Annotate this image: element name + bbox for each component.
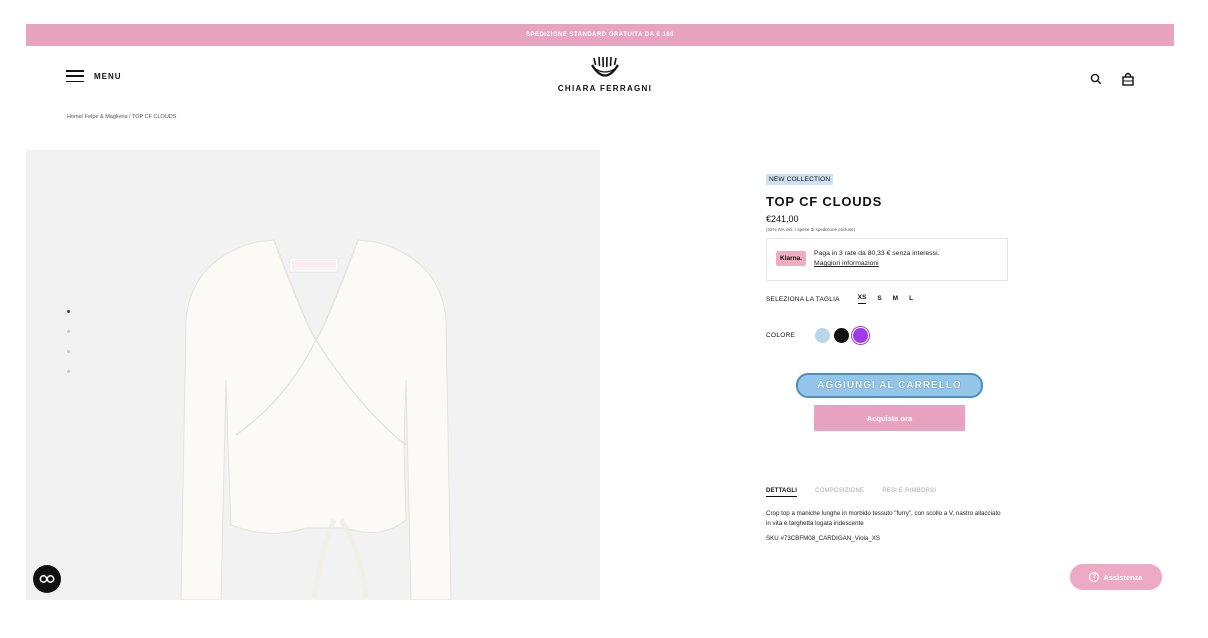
color-label: COLORE: [766, 332, 796, 339]
size-option-m[interactable]: M: [893, 295, 898, 304]
gallery-pagination: [67, 310, 70, 373]
tab-composizione[interactable]: COMPOSIZIONE: [815, 488, 864, 497]
size-selector: SELEZIONA LA TAGLIA XS S M L: [766, 294, 1011, 304]
detail-tabs: DETTAGLI COMPOSIZIONE RESI E RIMBORSI: [766, 488, 936, 497]
product-info: NEW COLLECTION TOP CF CLOUDS €241,00 (22…: [766, 168, 1011, 542]
buy-now-button[interactable]: Acquista ora: [814, 405, 965, 431]
chat-button[interactable]: [33, 565, 61, 593]
product-price: €241,00: [766, 214, 799, 224]
menu-label: MENU: [94, 71, 122, 81]
gallery-dot[interactable]: [67, 350, 70, 353]
product-title: TOP CF CLOUDS: [766, 194, 883, 209]
collection-badge: NEW COLLECTION: [766, 174, 834, 185]
assistance-label: Assistenza: [1103, 572, 1143, 582]
site-header: MENU CHIARA FERRAGNI: [26, 46, 1174, 116]
size-option-l[interactable]: L: [909, 295, 913, 304]
shopping-bag-icon[interactable]: [1122, 72, 1134, 86]
product-image: [180, 239, 452, 600]
hamburger-icon: [66, 70, 84, 82]
assistance-button[interactable]: ? Assistenza: [1070, 564, 1162, 590]
search-icon[interactable]: [1090, 73, 1102, 85]
price-note: (22% IVA incl. / spese di spedizione esc…: [766, 227, 855, 232]
size-label: SELEZIONA LA TAGLIA: [766, 295, 840, 303]
chat-glasses-icon: [39, 575, 55, 583]
tab-dettagli[interactable]: DETTAGLI: [766, 488, 798, 497]
klarna-info-link[interactable]: Maggiori informazioni: [814, 259, 939, 269]
product-gallery[interactable]: [26, 150, 600, 600]
eye-logo-icon: [591, 56, 619, 77]
klarna-box: Klarna. Paga in 3 rate da 80,33 € senza …: [766, 238, 1008, 281]
gallery-dot[interactable]: [67, 370, 70, 373]
brand-logo[interactable]: CHIARA FERRAGNI: [550, 56, 660, 93]
gallery-dot[interactable]: [67, 310, 70, 313]
breadcrumb[interactable]: Home/ Felpe & Maglieria / TOP CF CLOUDS: [67, 114, 176, 120]
color-swatch-light-blue[interactable]: [815, 328, 831, 343]
klarna-text: Paga in 3 rate da 80,33 € senza interess…: [814, 250, 940, 257]
menu-button[interactable]: MENU: [66, 70, 122, 82]
color-swatch-black[interactable]: [834, 328, 850, 343]
brand-name: CHIARA FERRAGNI: [557, 84, 653, 93]
tab-resi-rimborsi[interactable]: RESI E RIMBORSI: [882, 488, 936, 497]
promo-banner: SPEDIZIONE STANDARD GRATUITA DA € 160: [26, 24, 1174, 46]
color-selector: COLORE: [766, 328, 1011, 343]
add-to-cart-button[interactable]: AGGIUNGI AL CARRELLO: [796, 373, 983, 398]
header-actions: [1090, 72, 1134, 86]
product-sku: SKU #73CBFM08_CARDIGAN_Viola_XS: [766, 535, 881, 542]
size-option-s[interactable]: S: [877, 295, 881, 304]
product-description: Crop top a maniche lunghe in morbido tes…: [766, 510, 1001, 527]
klarna-logo: Klarna.: [776, 251, 807, 266]
help-icon: ?: [1089, 572, 1100, 582]
gallery-dot[interactable]: [67, 330, 70, 333]
tab-content: Crop top a maniche lunghe in morbido tes…: [766, 509, 1006, 544]
color-swatch-purple[interactable]: [853, 328, 869, 343]
size-option-xs[interactable]: XS: [857, 294, 867, 304]
